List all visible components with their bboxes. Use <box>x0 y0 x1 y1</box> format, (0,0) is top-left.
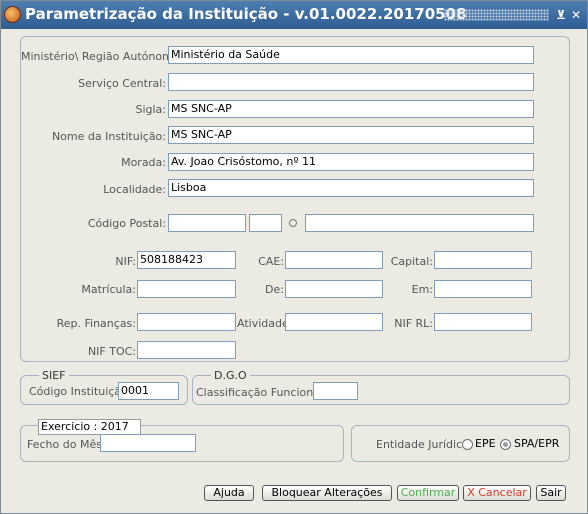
nif-toc-field[interactable] <box>137 341 236 359</box>
localidade-label: Localidade: <box>103 183 166 196</box>
de-label: De: <box>265 283 284 296</box>
radio-epe-label: EPE <box>475 437 496 450</box>
codigo-postal-ext-field[interactable] <box>249 214 282 232</box>
servico-central-label: Serviço Central: <box>78 77 166 90</box>
matricula-field[interactable] <box>137 280 236 298</box>
rep-financas-field[interactable] <box>137 313 236 331</box>
servico-central-field[interactable] <box>168 73 534 91</box>
atividade-field[interactable] <box>285 313 383 331</box>
cae-label: CAE: <box>258 255 284 268</box>
radio-spa-epr-label: SPA/EPR <box>514 437 560 450</box>
nif-toc-label: NIF TOC: <box>87 345 136 358</box>
rep-financas-label: Rep. Finanças: <box>56 317 136 330</box>
sigla-label: Sigla: <box>135 103 166 116</box>
matricula-label: Matrícula: <box>81 283 136 296</box>
morada-field[interactable]: Av. Joao Crisóstomo, nº 11 <box>168 153 534 171</box>
window-title: Parametrização da Instituição - v.01.002… <box>25 5 467 23</box>
bloquear-alteracoes-button[interactable]: Bloquear Alterações <box>262 485 392 501</box>
nif-rl-label: NIF RL: <box>394 317 433 330</box>
lookup-circle-icon[interactable] <box>289 219 297 227</box>
fecho-mes-field[interactable] <box>100 434 196 452</box>
form-body: Ministério\ Região Autónoma: Ministério … <box>1 29 587 513</box>
close-icon[interactable]: ✕ <box>569 8 583 22</box>
de-field[interactable] <box>285 280 383 298</box>
nif-label: NIF: <box>115 255 136 268</box>
em-field[interactable] <box>434 280 532 298</box>
codigo-postal-field[interactable] <box>168 214 246 232</box>
nome-instituicao-field[interactable]: MS SNC-AP <box>168 126 534 144</box>
radio-spa-epr[interactable] <box>500 439 511 450</box>
dgo-legend: D.G.O <box>211 369 250 382</box>
nif-rl-field[interactable] <box>434 313 532 331</box>
ministerio-field[interactable]: Ministério da Saúde <box>168 46 534 64</box>
classificacao-funcional-field[interactable] <box>313 382 358 400</box>
sief-legend: SIEF <box>39 369 69 382</box>
morada-label: Morada: <box>121 156 166 169</box>
capital-label: Capital: <box>390 255 433 268</box>
drag-grip-icon[interactable] <box>444 9 549 21</box>
sair-button[interactable]: Sair <box>536 485 566 501</box>
title-bar[interactable]: Parametrização da Instituição - v.01.002… <box>1 1 587 29</box>
em-label: Em: <box>411 283 433 296</box>
capital-field[interactable] <box>434 251 532 269</box>
cancelar-button[interactable]: X Cancelar <box>463 485 531 501</box>
cae-field[interactable] <box>285 251 383 269</box>
minimize-icon[interactable]: ⊻ <box>554 8 568 22</box>
app-logo-icon <box>4 6 21 23</box>
nome-instituicao-label: Nome da Instituição: <box>51 130 166 143</box>
localidade-field[interactable]: Lisboa <box>168 179 534 197</box>
ajuda-button[interactable]: Ajuda <box>204 485 254 501</box>
sigla-field[interactable]: MS SNC-AP <box>168 100 534 118</box>
radio-epe[interactable] <box>462 439 473 450</box>
nif-field[interactable]: 508188423 <box>137 251 236 269</box>
codigo-instituicao-field[interactable]: 0001 <box>118 382 179 400</box>
atividade-label: Atividade <box>237 317 289 330</box>
codigo-postal-localidade-field[interactable] <box>305 214 534 232</box>
classificacao-funcional-label: Classificação Funcional: <box>196 386 327 399</box>
ministerio-label: Ministério\ Região Autónoma: <box>21 50 184 63</box>
codigo-instituicao-label: Código Instituição: <box>29 385 132 398</box>
exercicio-legend: Exercicio : 2017 <box>38 419 141 435</box>
confirmar-button[interactable]: Confirmar <box>397 485 459 501</box>
fecho-mes-label: Fecho do Mês: <box>27 438 106 451</box>
parametrizacao-window: Parametrização da Instituição - v.01.002… <box>0 0 588 514</box>
codigo-postal-label: Código Postal: <box>87 217 166 230</box>
entidade-juridica-label: Entidade Jurídica: <box>376 438 473 451</box>
